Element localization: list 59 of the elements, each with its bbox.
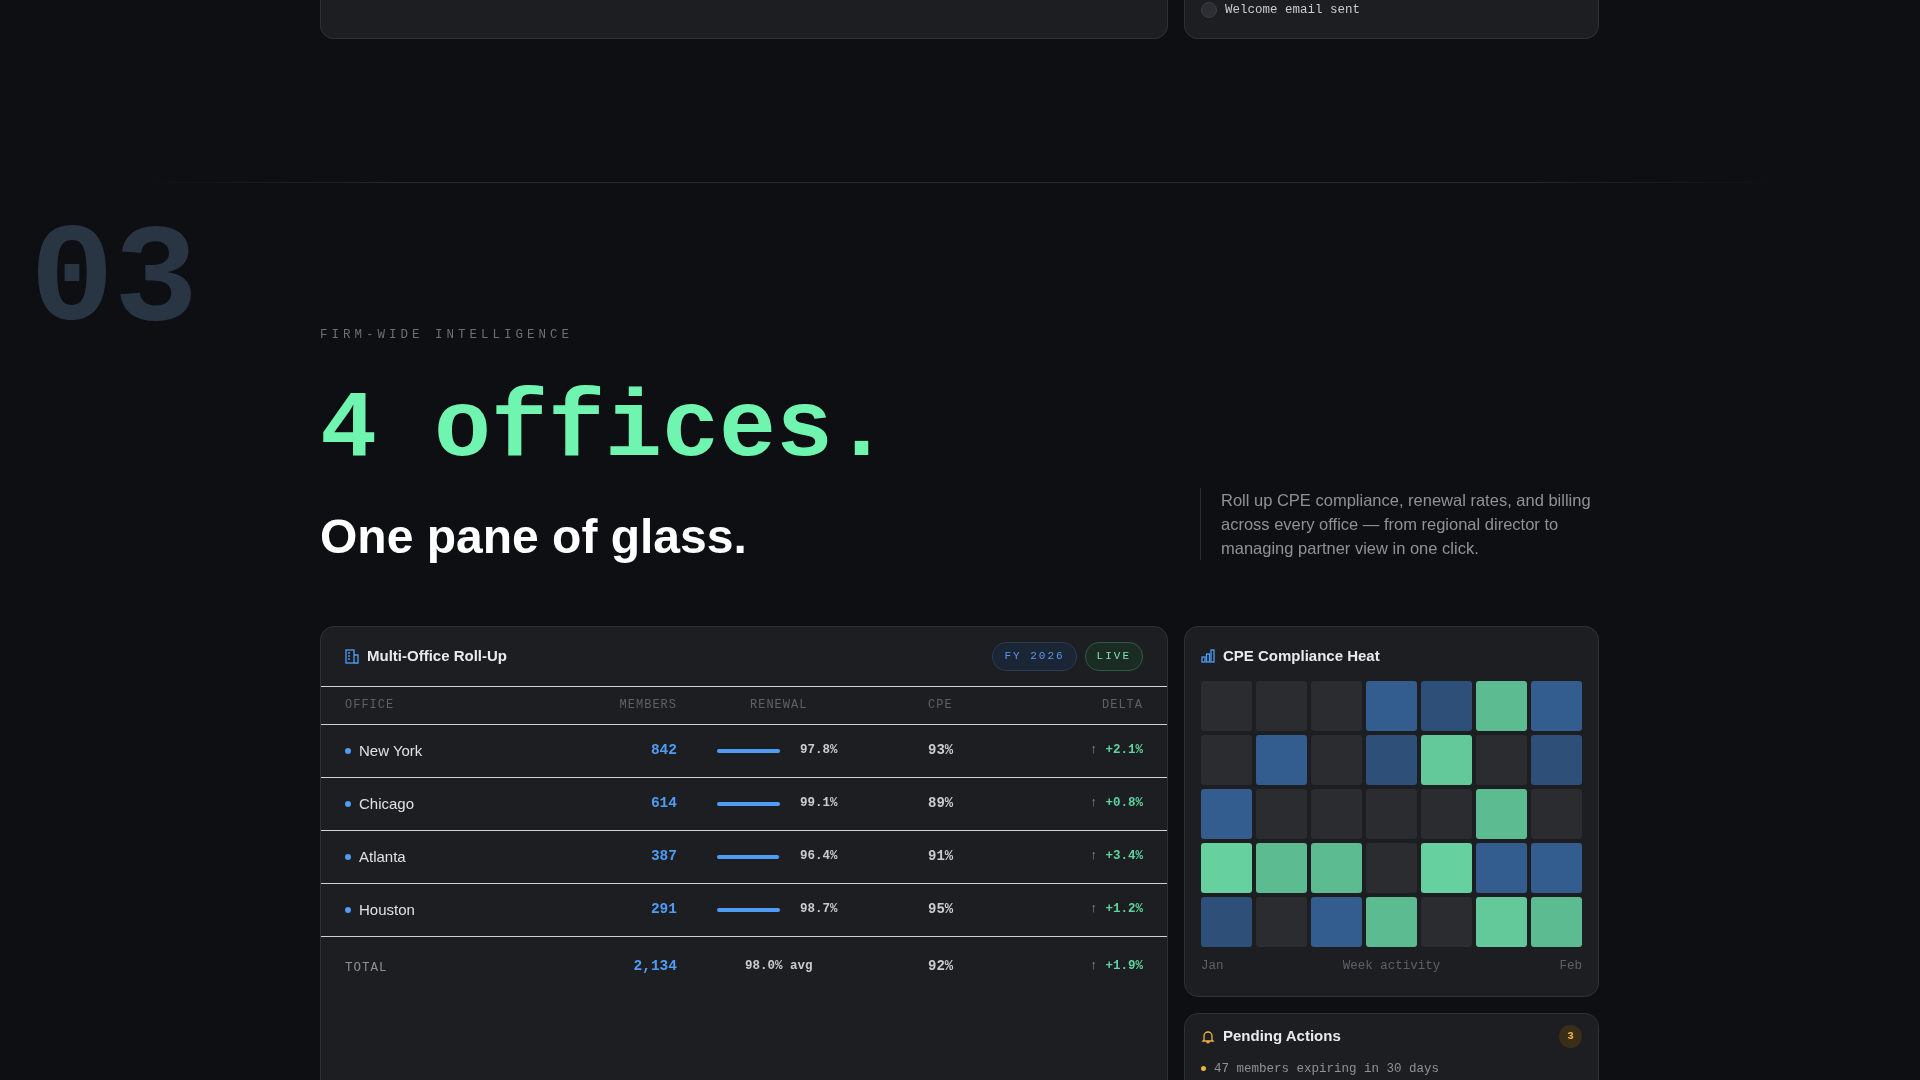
delta-value: +0.8% [1105, 795, 1143, 813]
renewal-rate: 96.4% [800, 848, 838, 866]
office-dot [345, 800, 351, 807]
up-arrow: ↑ [1089, 848, 1098, 866]
total-label: TOTAL [345, 960, 389, 978]
count-badge: 3 [1559, 1025, 1582, 1048]
building-icon [345, 648, 359, 664]
description: Roll up CPE compliance, renewal rates, and billing across every office — from regional director to managing partner view in one click. [1200, 487, 1600, 560]
column-header: OFFICE [345, 697, 396, 715]
axis-label: Week activity [1342, 957, 1441, 975]
column-header: CPE [927, 697, 954, 715]
renewal-rate: 98.7% [800, 901, 838, 919]
member-count: 614 [649, 793, 677, 813]
card-title: Multi-Office Roll-Up [367, 646, 507, 666]
office-name: Houston [359, 899, 415, 920]
delta-value: +1.9% [1105, 958, 1143, 976]
office-name: Atlanta [359, 846, 406, 867]
axis-label: Feb [1559, 957, 1582, 975]
member-count: 842 [649, 740, 677, 760]
member-count: 2,134 [632, 956, 677, 976]
cpe-rate: 91% [927, 847, 955, 867]
office-dot [345, 906, 351, 913]
delta-value: +3.4% [1105, 848, 1143, 866]
axis-label: Jan [1201, 957, 1224, 975]
cpe-rate: 92% [927, 957, 955, 977]
status-badge: LIVE [1084, 642, 1143, 671]
delta-value: +2.1% [1105, 742, 1143, 760]
status-dot [1201, 1066, 1206, 1072]
up-arrow: ↑ [1089, 742, 1098, 760]
up-arrow: ↑ [1089, 795, 1098, 813]
up-arrow: ↑ [1089, 958, 1098, 976]
checklist-item-label: Welcome email sent [1225, 2, 1361, 19]
office-name: Chicago [359, 793, 415, 814]
delta-value: +1.2% [1105, 901, 1143, 919]
member-count: 387 [649, 846, 677, 866]
cpe-rate: 93% [927, 741, 955, 761]
bar-chart-icon [1201, 648, 1215, 663]
office-dot [345, 747, 351, 754]
column-header: MEMBERS [618, 697, 677, 715]
office-dot [345, 853, 351, 860]
card-title: CPE Compliance Heat [1223, 645, 1380, 666]
office-name: New York [359, 740, 423, 761]
checkbox[interactable] [1201, 2, 1217, 19]
card-title: Pending Actions [1223, 1026, 1341, 1047]
cpe-rate: 95% [927, 900, 955, 920]
bell-icon [1201, 1029, 1215, 1044]
renewal-rate: 97.8% [800, 742, 838, 760]
member-count: 291 [649, 899, 677, 919]
action-item: 47 members expiring in 30 days [1214, 1060, 1440, 1078]
up-arrow: ↑ [1089, 901, 1098, 919]
column-header: RENEWAL [749, 697, 809, 715]
headline: 4 offices. [320, 382, 892, 478]
period-badge: FY 2026 [992, 642, 1077, 671]
column-header: DELTA [1101, 697, 1143, 715]
renewal-rate: 99.1% [800, 795, 838, 813]
eyebrow-text: FIRM-WIDE INTELLIGENCE [320, 327, 575, 344]
renewal-rate: 98.0% avg [744, 958, 814, 976]
subheadline: One pane of glass. [320, 510, 747, 564]
cpe-rate: 89% [927, 794, 955, 814]
